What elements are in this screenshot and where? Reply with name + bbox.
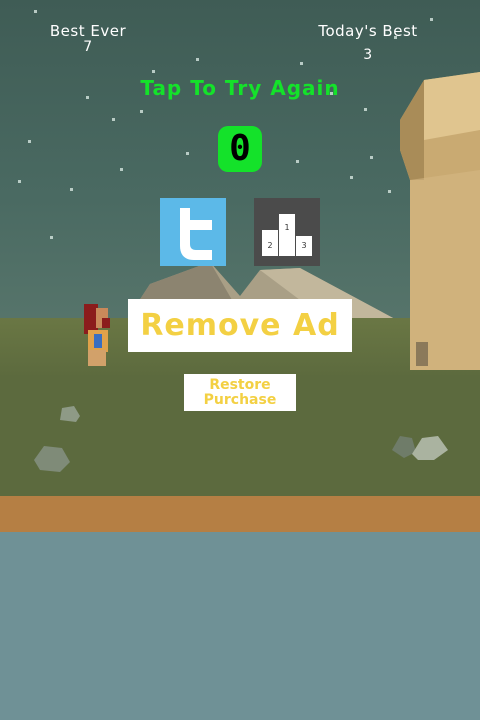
tap-to-try-again[interactable]: Tap To Try Again <box>0 76 480 100</box>
dirt-edge <box>0 496 480 532</box>
podium-third: 3 <box>301 241 306 250</box>
remove-ad-button[interactable]: Remove Ad <box>128 299 352 352</box>
restore-label-line1: Restore <box>209 377 271 393</box>
leaderboard-podium-icon: 1 2 3 <box>262 214 312 256</box>
current-score: 0 <box>218 126 262 172</box>
rock <box>392 436 448 460</box>
sandstone-tower <box>400 72 480 370</box>
restore-label-line2: Purchase <box>203 392 277 408</box>
todays-best: Today's Best 3 <box>306 22 430 62</box>
player-character <box>84 304 110 366</box>
restore-purchase-button[interactable]: Restore Purchase <box>184 374 296 411</box>
rock <box>60 406 80 422</box>
podium-first: 1 <box>284 223 289 232</box>
podium-second: 2 <box>267 241 272 250</box>
todays-best-label: Today's Best <box>318 22 418 40</box>
water <box>0 532 480 720</box>
rock <box>34 446 70 472</box>
best-ever: Best Ever 7 <box>40 22 136 54</box>
todays-best-value: 3 <box>363 47 373 63</box>
twitter-share-button[interactable] <box>160 198 226 266</box>
leaderboard-button[interactable]: 1 2 3 <box>254 198 320 266</box>
best-ever-label: Best Ever <box>49 22 127 40</box>
best-ever-value: 7 <box>83 39 93 55</box>
twitter-icon <box>180 208 212 260</box>
